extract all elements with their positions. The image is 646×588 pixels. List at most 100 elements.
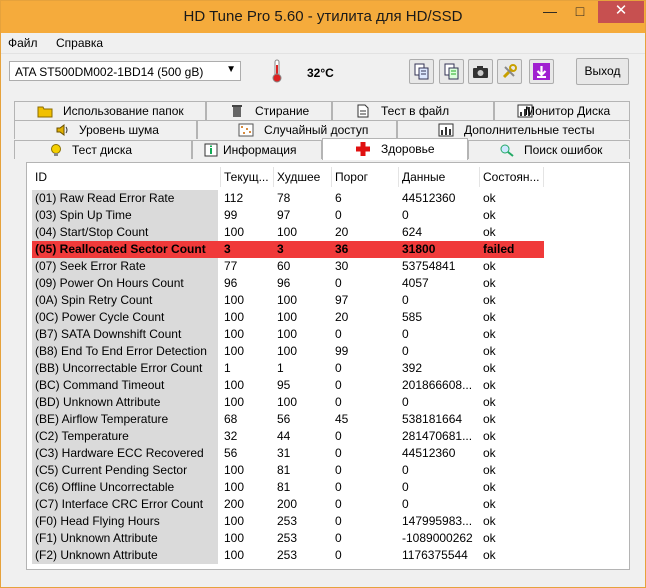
- table-row[interactable]: (0C) Power Cycle Count 100 100 20 585 ok: [32, 309, 544, 326]
- tab-error-scan[interactable]: Поиск ошибок: [468, 140, 630, 159]
- table-row[interactable]: (05) Reallocated Sector Count 3 3 36 31800 fa…: [32, 241, 544, 258]
- temperature-readout: 32°C: [307, 66, 334, 80]
- cell-attribute-id: (C5) Current Pending Sector: [32, 462, 218, 479]
- tab-extra-tests[interactable]: Дополнительные тесты: [397, 120, 630, 139]
- cell-attribute-id: (C7) Interface CRC Error Count: [32, 496, 218, 513]
- cell-status: ok: [483, 361, 496, 375]
- trash-icon: [232, 105, 242, 117]
- col-header-data[interactable]: Данные: [399, 167, 480, 187]
- cell-data: 538181664: [402, 412, 463, 426]
- table-row[interactable]: (09) Power On Hours Count 96 96 0 4057 ok: [32, 275, 544, 292]
- cell-status: ok: [483, 293, 496, 307]
- cell-threshold: 0: [335, 480, 342, 494]
- tab-info[interactable]: Информация: [192, 140, 322, 159]
- table-row[interactable]: (BB) Uncorrectable Error Count 1 1 0 392 ok: [32, 360, 544, 377]
- maximize-button[interactable]: □: [567, 1, 593, 23]
- table-row[interactable]: (BC) Command Timeout 100 95 0 201866608... ok: [32, 377, 544, 394]
- tab-erase[interactable]: Стирание: [206, 101, 332, 120]
- tab-file-benchmark[interactable]: Тест в файл: [332, 101, 494, 120]
- cell-status: ok: [483, 497, 496, 511]
- table-row[interactable]: (F1) Unknown Attribute 100 253 0 -1089000262…: [32, 530, 544, 547]
- table-row[interactable]: (C2) Temperature 32 44 0 281470681... ok: [32, 428, 544, 445]
- exit-button[interactable]: Выход: [576, 58, 629, 85]
- options-button[interactable]: [497, 59, 522, 84]
- cell-attribute-id: (BC) Command Timeout: [32, 377, 218, 394]
- smart-table[interactable]: ID Текущ... Худшее Порог Данные Состоян.…: [32, 167, 628, 567]
- table-row[interactable]: (01) Raw Read Error Rate 112 78 6 44512360 ok: [32, 190, 544, 207]
- col-header-threshold[interactable]: Порог: [332, 167, 399, 187]
- table-row[interactable]: (03) Spin Up Time 99 97 0 0 ok: [32, 207, 544, 224]
- table-row[interactable]: (F2) Unknown Attribute 100 253 0 1176375544 o…: [32, 547, 544, 564]
- camera-icon: [473, 66, 488, 78]
- cell-worst: 100: [277, 344, 298, 358]
- table-row[interactable]: (F0) Head Flying Hours 100 253 0 147995983..…: [32, 513, 544, 530]
- tab-folder-usage[interactable]: Использование папок: [14, 101, 206, 120]
- screenshot-button[interactable]: [468, 59, 493, 84]
- cell-threshold: 97: [335, 293, 349, 307]
- copy-all-button[interactable]: [439, 59, 464, 84]
- cell-current: 96: [224, 276, 238, 290]
- tab-health[interactable]: Здоровье: [322, 138, 468, 160]
- cell-attribute-id: (F2) Unknown Attribute: [32, 547, 218, 564]
- cell-data: 4057: [402, 276, 429, 290]
- cell-status: ok: [483, 514, 496, 528]
- title-bar[interactable]: HD Tune Pro 5.60 - утилита для HD/SSD — …: [1, 1, 645, 33]
- col-header-status[interactable]: Состоян...: [480, 167, 544, 187]
- minimize-button[interactable]: —: [537, 1, 563, 23]
- cell-worst: 1: [277, 361, 284, 375]
- speaker-icon: [56, 124, 68, 136]
- cell-threshold: 0: [335, 429, 342, 443]
- menu-help[interactable]: Справка: [56, 36, 103, 50]
- table-row[interactable]: (BD) Unknown Attribute 100 100 0 0 ok: [32, 394, 544, 411]
- cell-current: 3: [224, 242, 231, 256]
- drive-select-value: ATA ST500DM002-1BD14 (500 gB): [15, 65, 204, 79]
- toolbar: ATA ST500DM002-1BD14 (500 gB) ▼ 32°C Вых…: [1, 54, 645, 94]
- cell-current: 112: [224, 191, 244, 205]
- cell-attribute-id: (05) Reallocated Sector Count: [35, 242, 206, 256]
- cell-threshold: 20: [335, 225, 349, 239]
- menu-file[interactable]: Файл: [8, 36, 38, 50]
- cell-threshold: 45: [335, 412, 349, 426]
- save-button[interactable]: [529, 59, 554, 84]
- cell-worst: 3: [277, 242, 284, 256]
- table-row[interactable]: (C5) Current Pending Sector 100 81 0 0 ok: [32, 462, 544, 479]
- copy-info-button[interactable]: [409, 59, 434, 84]
- cell-worst: 96: [277, 276, 291, 290]
- cell-current: 100: [224, 480, 245, 494]
- table-row[interactable]: (B8) End To End Error Detection 100 100 99 0…: [32, 343, 544, 360]
- table-row[interactable]: (C3) Hardware ECC Recovered 56 31 0 44512360…: [32, 445, 544, 462]
- cell-attribute-id: (03) Spin Up Time: [32, 207, 218, 224]
- col-header-current[interactable]: Текущ...: [221, 167, 274, 187]
- cell-data: -1089000262: [402, 531, 473, 545]
- tab-disk-monitor[interactable]: Монитор Диска: [494, 101, 630, 120]
- table-row[interactable]: (0A) Spin Retry Count 100 100 97 0 ok: [32, 292, 544, 309]
- menu-bar: Файл Справка: [1, 33, 645, 54]
- drive-select[interactable]: ATA ST500DM002-1BD14 (500 gB) ▼: [9, 61, 241, 81]
- tab-random-access[interactable]: Случайный доступ: [197, 120, 397, 139]
- table-row[interactable]: (07) Seek Error Rate 77 60 30 53754841 ok: [32, 258, 544, 275]
- cell-worst: 100: [277, 395, 298, 409]
- tab-disk-test[interactable]: Тест диска: [14, 140, 192, 159]
- table-row[interactable]: (C6) Offline Uncorrectable 100 81 0 0 ok: [32, 479, 544, 496]
- cell-status: ok: [483, 344, 496, 358]
- cell-worst: 56: [277, 412, 291, 426]
- table-row[interactable]: (BE) Airflow Temperature 68 56 45 538181664 o…: [32, 411, 544, 428]
- col-header-worst[interactable]: Худшее: [274, 167, 332, 187]
- tab-noise-level[interactable]: Уровень шума: [14, 120, 197, 139]
- table-row[interactable]: (C7) Interface CRC Error Count 200 200 0 0 ok: [32, 496, 544, 513]
- col-header-id[interactable]: ID: [32, 167, 221, 187]
- table-row[interactable]: (04) Start/Stop Count 100 100 20 624 ok: [32, 224, 544, 241]
- cell-data: 147995983...: [402, 514, 473, 528]
- close-button[interactable]: [598, 1, 644, 23]
- cell-status: ok: [483, 480, 496, 494]
- copy-icon: [414, 63, 429, 80]
- lightbulb-icon: [51, 144, 61, 156]
- red-cross-icon: [356, 142, 370, 156]
- cell-threshold: 0: [335, 276, 342, 290]
- cell-data: 624: [402, 225, 423, 239]
- cell-threshold: 0: [335, 514, 342, 528]
- table-row[interactable]: (B7) SATA Downshift Count 100 100 0 0 ok: [32, 326, 544, 343]
- cell-current: 68: [224, 412, 238, 426]
- cell-threshold: 99: [335, 344, 349, 358]
- cell-threshold: 0: [335, 361, 342, 375]
